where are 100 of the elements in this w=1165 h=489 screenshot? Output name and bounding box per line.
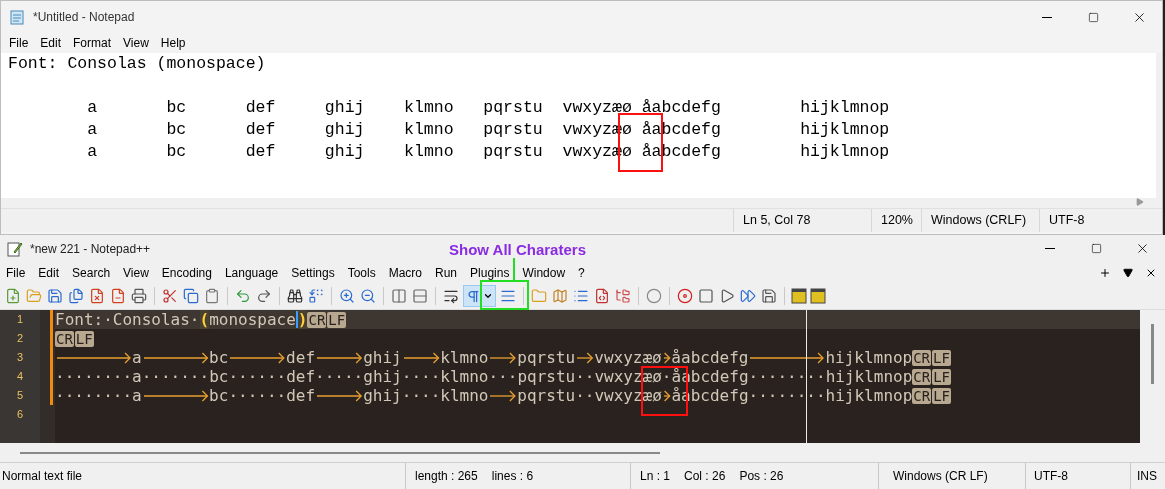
vertical-scrollbar[interactable] <box>1140 310 1165 443</box>
code-text: ghij····klmno <box>363 386 489 405</box>
list-icon[interactable] <box>573 288 589 304</box>
circle-icon[interactable] <box>646 288 662 304</box>
binoculars-icon[interactable] <box>287 288 303 304</box>
align-icon[interactable] <box>500 288 516 304</box>
printer-icon[interactable] <box>131 288 147 304</box>
status-text: Windows (CR LF) <box>893 468 988 485</box>
window-title: *new 221 - Notepad++ <box>30 240 151 258</box>
map-icon[interactable] <box>552 288 568 304</box>
notepad-app-icon <box>9 9 25 25</box>
show-all-characters-button[interactable] <box>463 285 496 307</box>
code-text: ghij <box>363 348 402 367</box>
o-tile-icon[interactable] <box>810 288 826 304</box>
code-text: åabcdefg <box>671 348 749 367</box>
status-text: UTF-8 <box>1049 212 1085 230</box>
text-line: Font: Consolas (monospace) <box>8 53 266 75</box>
undo-icon[interactable] <box>235 288 251 304</box>
folder-tree-icon[interactable] <box>615 288 631 304</box>
code-text: Font:·Consolas· <box>55 310 200 329</box>
leader-line <box>513 258 515 281</box>
menu-item[interactable]: Language <box>224 263 279 282</box>
menu-item[interactable]: Edit <box>40 34 62 52</box>
annotation-label: Show All Charaters <box>449 240 586 260</box>
menu-item[interactable]: Tools <box>347 263 376 282</box>
save-all-icon[interactable] <box>68 288 84 304</box>
line-number: 2 <box>16 331 24 347</box>
status-text: Col : 26 <box>684 468 726 485</box>
menu-item[interactable]: Help <box>160 34 186 52</box>
text-cursor <box>295 311 298 328</box>
tab-list-icon[interactable] <box>1123 267 1133 278</box>
status-text: length : 265 <box>415 468 478 485</box>
caret-icon <box>483 291 493 301</box>
line-end-marker: LF <box>932 387 951 404</box>
fast-forward-icon[interactable] <box>740 288 756 304</box>
menu-item[interactable]: Macro <box>388 263 422 282</box>
menu-item[interactable]: Settings <box>291 263 335 282</box>
window-title: *Untitled - Notepad <box>33 9 135 26</box>
text-line: a bc def ghij klmno pqrstu vwxyzæø åabcdefg hijklmnop <box>86 97 890 119</box>
save-icon[interactable] <box>47 288 63 304</box>
close-file-icon[interactable] <box>89 288 105 304</box>
line-number: 3 <box>16 350 24 366</box>
code-text: klmno <box>440 348 489 367</box>
line-end-marker: CR <box>55 330 74 347</box>
menu-item[interactable]: Encoding <box>161 263 212 282</box>
line-number: 4 <box>16 369 24 385</box>
status-text: Ln 5, Col 78 <box>743 212 811 230</box>
status-text: Ln : 1 <box>640 468 671 485</box>
zoom-out-icon[interactable] <box>360 288 376 304</box>
wrap-text-icon[interactable] <box>443 288 459 304</box>
menu-item[interactable]: Edit <box>38 263 60 282</box>
copy-icon[interactable] <box>183 288 199 304</box>
maximize-icon <box>1087 11 1099 23</box>
menu-item[interactable]: Run <box>435 263 458 282</box>
menu-item[interactable]: Window <box>522 263 566 282</box>
record-icon[interactable] <box>677 288 693 304</box>
line-end-marker: CR <box>912 349 931 366</box>
code-text: hijklmnop <box>825 348 913 367</box>
columns-icon[interactable] <box>391 288 407 304</box>
maximize-icon <box>1090 243 1102 254</box>
n-tile-icon[interactable] <box>791 288 807 304</box>
status-text: lines : 6 <box>491 468 534 485</box>
save-macro-icon[interactable] <box>761 288 777 304</box>
new-file-icon[interactable] <box>5 288 21 304</box>
replace-icon[interactable] <box>308 288 324 304</box>
menu-item[interactable]: View <box>123 263 149 282</box>
line-number: 6 <box>16 407 24 423</box>
code-text: bc······def <box>209 386 316 405</box>
code-text: bc <box>209 348 229 367</box>
line-end-marker: LF <box>74 330 94 347</box>
matched-brace: ( <box>199 310 210 329</box>
line-end-marker: CR <box>307 311 327 328</box>
menu-item[interactable]: ? <box>578 263 585 282</box>
redo-icon[interactable] <box>256 288 272 304</box>
notepadpp-app-icon <box>6 239 24 258</box>
line-end-marker: LF <box>932 349 951 366</box>
code-text: monospace <box>209 310 296 329</box>
menu-item[interactable]: File <box>6 263 26 282</box>
scroll-right-icon[interactable] <box>1136 198 1144 206</box>
menu-item[interactable]: View <box>123 34 149 52</box>
status-text: 120% <box>881 212 913 230</box>
menu-item[interactable]: Format <box>73 34 112 52</box>
status-text: INS <box>1137 468 1157 485</box>
code-file-icon[interactable] <box>594 288 610 304</box>
code-text: a <box>132 348 142 367</box>
menu-item[interactable]: Plugins <box>470 263 510 282</box>
close-all-icon[interactable] <box>110 288 126 304</box>
minimize-icon <box>1045 248 1055 249</box>
new-tab-icon[interactable] <box>1099 266 1111 279</box>
clipboard-icon[interactable] <box>204 288 220 304</box>
menu-item[interactable]: File <box>9 34 29 52</box>
zoom-in-icon[interactable] <box>339 288 355 304</box>
rows-icon[interactable] <box>412 288 428 304</box>
menu-item[interactable]: Search <box>72 263 111 282</box>
line-end-marker: LF <box>327 311 347 328</box>
scissors-icon[interactable] <box>162 288 178 304</box>
stop-icon[interactable] <box>698 288 714 304</box>
line-number: 5 <box>16 388 24 404</box>
play-icon[interactable] <box>719 288 735 304</box>
status-text: Normal text file <box>2 468 83 485</box>
